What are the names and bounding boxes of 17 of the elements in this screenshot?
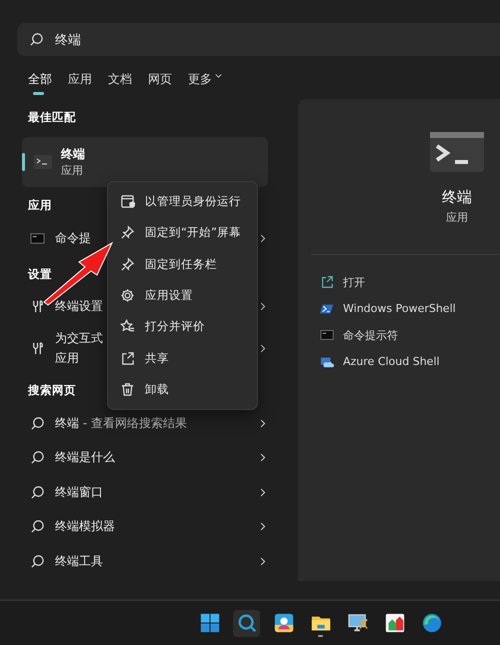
app-type: 应用 — [446, 210, 468, 225]
result-title: 终端模拟器 — [55, 518, 115, 536]
section-heading: 设置 — [28, 266, 52, 282]
section-heading: 搜索网页 — [28, 382, 76, 399]
result-title: 终端是什么 — [55, 449, 115, 466]
app-type: 应用 — [61, 163, 84, 178]
result-subtitle: 应用 — [55, 350, 79, 366]
result-title: 终端工具 — [55, 552, 103, 570]
result-title: 终端设置 — [55, 298, 103, 316]
result-title: 为交互式 — [55, 330, 103, 346]
result-title: 命令提 — [55, 230, 91, 247]
section-heading: 应用 — [28, 197, 52, 214]
section-heading: 最佳匹配 — [28, 109, 76, 126]
app-title: 终端 — [61, 146, 85, 163]
result-title: 终端窗口 — [55, 484, 103, 501]
result-title: 终端 - 查看网络搜索结果 — [55, 414, 187, 432]
app-title: 终端 — [442, 188, 472, 207]
